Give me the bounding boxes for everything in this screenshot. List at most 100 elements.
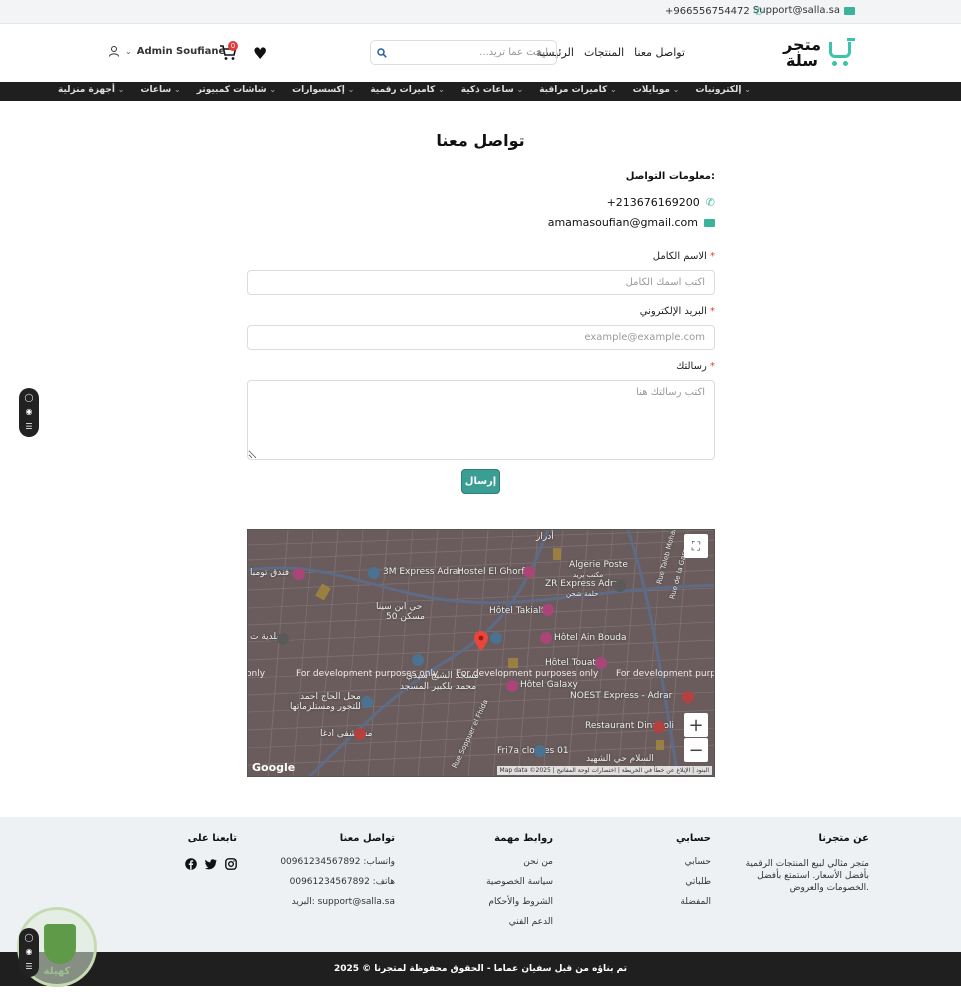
poi-marker[interactable] xyxy=(595,657,607,669)
email-input[interactable] xyxy=(247,325,715,350)
zoom-out-button[interactable]: − xyxy=(684,738,708,762)
category-item[interactable]: شاشات كمبيوتر xyxy=(197,85,276,95)
footer-whatsapp[interactable]: واتساب: 00961234567892 xyxy=(280,858,395,867)
floating-tools[interactable]: ◯ ◉ ☰ xyxy=(19,388,39,437)
search-input[interactable] xyxy=(393,41,556,64)
category-item[interactable]: إكسسوارات xyxy=(292,85,354,95)
footer-link[interactable]: حسابي xyxy=(676,858,711,867)
category-item[interactable]: كاميرات مراقبة xyxy=(539,85,617,95)
poi-marker[interactable] xyxy=(542,604,554,616)
menu-icon[interactable]: ☰ xyxy=(25,962,32,971)
footer-link[interactable]: الشروط والأحكام xyxy=(486,898,553,907)
poi-marker[interactable] xyxy=(523,566,535,578)
map-label: Hôtel Galaxy xyxy=(520,680,578,690)
user-name: Admin Soufiane xyxy=(136,45,226,57)
footer-links-title: روابط مهمة xyxy=(494,833,553,844)
poi-marker[interactable] xyxy=(540,632,552,644)
map-label: Hôtel Touat xyxy=(545,658,596,668)
poi-marker[interactable] xyxy=(361,696,373,708)
footer-account: حسابي حسابي طلباتي المفضلة xyxy=(676,833,711,918)
facebook-icon[interactable] xyxy=(185,858,197,870)
footer-follow-title: تابعنا على xyxy=(187,833,237,844)
map-label: فندق تومبا xyxy=(250,568,290,578)
footer-link[interactable]: الدعم الفني xyxy=(486,918,553,927)
top-email[interactable]: Support@salla.sa xyxy=(753,5,855,16)
required-mark: * xyxy=(710,306,715,317)
user-menu[interactable]: ⌄ Admin Soufiane xyxy=(108,45,225,57)
poi-marker[interactable] xyxy=(490,632,502,644)
phone-icon: ✆ xyxy=(753,5,763,18)
message-textarea[interactable] xyxy=(247,380,715,460)
main-nav: الرئيسية المنتجات تواصل معنا xyxy=(536,46,685,59)
name-label-text: الاسم الكامل xyxy=(652,251,707,262)
twitter-icon[interactable] xyxy=(205,858,217,870)
map-label: Hôtel Takialt xyxy=(489,606,545,616)
fullscreen-button[interactable]: ⛶ xyxy=(684,534,708,558)
search-icon[interactable] xyxy=(371,47,393,58)
footer-link[interactable]: سياسة الخصوصية xyxy=(486,878,553,887)
cart-count-badge: 0 xyxy=(228,41,238,51)
logo-line-2: سلة xyxy=(786,51,819,70)
full-name-input[interactable] xyxy=(247,270,715,295)
zoom-in-button[interactable]: + xyxy=(684,713,708,737)
menu-icon[interactable]: ☰ xyxy=(25,422,32,431)
poi-marker[interactable] xyxy=(682,691,694,703)
contact-info-heading: معلومات التواصل: xyxy=(625,171,715,182)
poi-marker[interactable] xyxy=(653,721,665,733)
contact-email-text: amamasoufian@gmail.com xyxy=(547,216,698,229)
category-item[interactable]: ساعات ذكية xyxy=(461,85,523,95)
search-box xyxy=(370,40,557,65)
required-mark: * xyxy=(710,251,715,262)
send-button[interactable]: إرسال xyxy=(461,469,500,494)
floating-tools-bottom[interactable]: ◯ ◉ ☰ xyxy=(19,928,39,977)
top-phone[interactable]: +966556754472 ✆ xyxy=(665,5,763,18)
footer-phone[interactable]: هاتف: 00961234567892 xyxy=(280,878,395,887)
top-bar: Support@salla.sa +966556754472 ✆ xyxy=(0,0,961,24)
map-label: Algerie Poste xyxy=(569,560,628,570)
user-icon xyxy=(109,46,119,57)
footer-link[interactable]: المفضلة xyxy=(676,898,711,907)
footer-links: روابط مهمة من نحن سياسة الخصوصية الشروط … xyxy=(486,833,553,938)
nav-products[interactable]: المنتجات xyxy=(584,46,624,59)
poi-marker[interactable] xyxy=(293,568,305,580)
chat-icon[interactable]: ◯ xyxy=(25,394,34,402)
category-item[interactable]: موبايلات xyxy=(633,85,680,95)
chat-icon[interactable]: ◯ xyxy=(25,934,34,942)
footer-about: عن متجرنا متجر مثالي لبيع المنتجات الرقم… xyxy=(727,833,869,894)
nav-contact[interactable]: تواصل معنا xyxy=(634,46,685,59)
footer-email[interactable]: البريد: support@salla.sa xyxy=(280,898,395,907)
name-label: الاسم الكامل * xyxy=(653,251,715,262)
eye-icon[interactable]: ◉ xyxy=(26,408,33,416)
location-pin-icon[interactable] xyxy=(474,631,488,651)
map-label: بلدية ت xyxy=(250,632,279,642)
category-item[interactable]: ساعات xyxy=(140,85,180,95)
location-map[interactable]: أدرار Algerie Poste مكتب بريد ZR Express… xyxy=(247,529,715,777)
map-attribution[interactable]: Map data ©2025 | البنود | الإبلاغ عن خطأ… xyxy=(496,766,712,775)
poi-marker[interactable] xyxy=(506,680,518,692)
poi-marker[interactable] xyxy=(534,745,546,757)
footer-link[interactable]: من نحن xyxy=(486,858,553,867)
dev-notice: only xyxy=(247,669,266,679)
poi-marker[interactable] xyxy=(277,633,289,645)
category-item[interactable]: أجهزة منزلية xyxy=(58,85,124,95)
map-label: 3M Express Adrar xyxy=(383,567,462,577)
heart-icon[interactable]: ♥ xyxy=(253,44,267,63)
map-label: أدرار xyxy=(536,532,554,542)
store-logo[interactable]: متجر سلة xyxy=(783,37,855,70)
footer-link[interactable]: طلباتي xyxy=(676,878,711,887)
instagram-icon[interactable] xyxy=(225,858,237,870)
footer-contact-title: تواصل معنا xyxy=(339,833,395,844)
map-label: NOEST Express - Adrar xyxy=(570,691,673,701)
poi-marker[interactable] xyxy=(354,728,366,740)
poi-marker[interactable] xyxy=(412,654,424,666)
required-mark: * xyxy=(710,361,715,372)
footer-follow: تابعنا على xyxy=(185,833,237,870)
dev-notice: For development purposes only xyxy=(296,669,439,679)
poi-marker[interactable] xyxy=(368,567,380,579)
eye-icon[interactable]: ◉ xyxy=(26,948,33,956)
category-item[interactable]: كاميرات رقمية xyxy=(370,85,444,95)
copyright-text: تم بناؤه من قبل سفيان عماما - الحقوق محف… xyxy=(333,964,628,974)
message-label: رسالتك * xyxy=(676,361,715,372)
category-item[interactable]: إلكترونيات xyxy=(695,85,751,95)
poi-marker[interactable] xyxy=(614,580,626,592)
